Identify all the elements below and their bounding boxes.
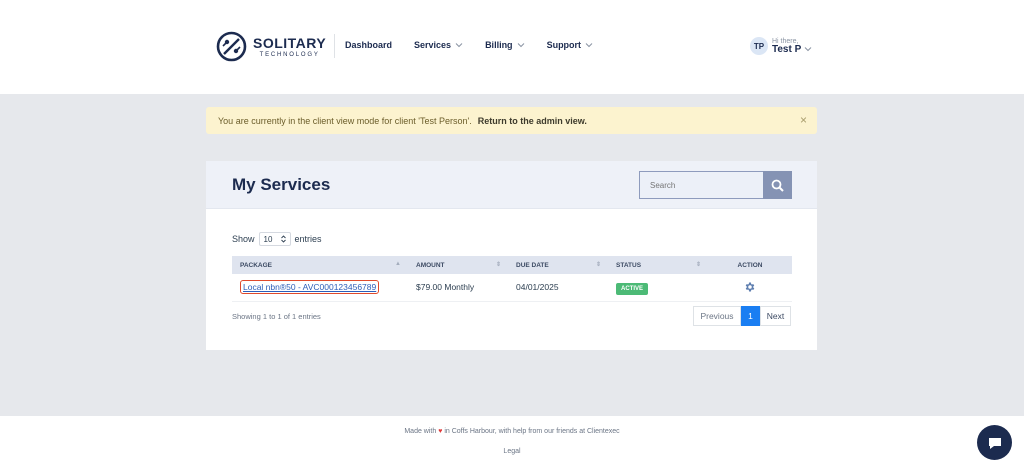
status-badge: ACTIVE: [616, 283, 649, 296]
sort-icon: ⇕: [695, 262, 701, 268]
alert-message: You are currently in the client view mod…: [218, 115, 472, 126]
close-icon[interactable]: ×: [800, 113, 807, 127]
heart-icon: ♥: [438, 428, 443, 435]
nav-dashboard-label: Dashboard: [345, 40, 393, 50]
footer: Made with ♥ in Coffs Harbour, with help …: [0, 416, 1024, 470]
table-info: Showing 1 to 1 of 1 entries: [232, 312, 321, 321]
col-package[interactable]: PACKAGE ▲: [232, 256, 408, 274]
user-name: Test P: [772, 43, 802, 55]
previous-page-button[interactable]: Previous: [693, 306, 741, 326]
entries-label: entries: [294, 234, 322, 244]
next-page-button[interactable]: Next: [760, 306, 791, 326]
logo-name: SOLITARY: [253, 34, 327, 51]
logo-subtitle: TECHNOLOGY: [259, 51, 320, 58]
nav-support-label: Support: [546, 40, 582, 50]
page-1-button[interactable]: 1: [741, 306, 760, 326]
pagination: Previous 1 Next: [693, 306, 791, 326]
nav-billing[interactable]: Billing: [485, 40, 525, 50]
col-action: ACTION: [708, 256, 792, 274]
search-button[interactable]: [763, 171, 792, 199]
user-menu[interactable]: TP Hi there, Test P: [750, 37, 812, 55]
nav-services-label: Services: [414, 40, 452, 50]
col-due-date[interactable]: DUE DATE ⇕: [508, 256, 608, 274]
chevron-down-icon: [804, 47, 812, 52]
col-status[interactable]: STATUS ⇕: [608, 256, 708, 274]
footer-credit-text: in Coffs Harbour, with help from our fri…: [444, 428, 620, 435]
nav-support[interactable]: Support: [547, 40, 594, 50]
chevron-down-icon: [517, 43, 524, 48]
site-logo[interactable]: SOLITARY TECHNOLOGY: [216, 31, 326, 62]
chevron-down-icon: [455, 43, 463, 48]
updown-icon: [280, 235, 286, 243]
package-link[interactable]: Local nbn®50 - AVC000123456789: [240, 280, 380, 295]
main-nav: Dashboard Services Billing Support: [345, 40, 615, 50]
sort-icon: ⇕: [495, 262, 501, 268]
footer-made-with: Made with: [404, 428, 437, 435]
logo-icon: [216, 31, 247, 62]
footer-credit: Made with ♥ in Coffs Harbour, with help …: [0, 428, 1024, 435]
due-date-cell: 04/01/2025: [508, 274, 608, 302]
action-button[interactable]: [716, 281, 792, 293]
gear-icon: [745, 282, 755, 292]
top-navbar: SOLITARY TECHNOLOGY Dashboard Services B…: [0, 0, 1024, 94]
avatar: TP: [750, 37, 768, 55]
table-header-row: PACKAGE ▲ AMOUNT ⇕ DUE DATE ⇕ STATUS ⇕ ACTIO…: [232, 256, 792, 274]
search-icon: [771, 179, 784, 192]
services-table: PACKAGE ▲ AMOUNT ⇕ DUE DATE ⇕ STATUS ⇕ ACTIO…: [232, 256, 792, 302]
entries-length-control: Show 10 entries: [232, 232, 322, 246]
amount-cell: $79.00 Monthly: [408, 274, 508, 302]
return-admin-link[interactable]: Return to the admin view.: [478, 116, 587, 126]
services-card-header: My Services: [206, 161, 817, 209]
sort-icon: ⇕: [595, 262, 601, 268]
chat-button[interactable]: [977, 425, 1012, 460]
chat-icon: [988, 437, 1001, 449]
nav-services[interactable]: Services: [414, 40, 463, 50]
services-card: My Services Show 10 entries PACKAGE▲ AMO…: [206, 161, 817, 350]
chevron-down-icon: [585, 43, 593, 48]
legal-link[interactable]: Legal: [0, 448, 1024, 455]
nav-divider: [334, 34, 335, 58]
show-label: Show: [232, 234, 255, 244]
entries-select[interactable]: 10: [258, 232, 291, 246]
col-amount[interactable]: AMOUNT ⇕: [408, 256, 508, 274]
nav-billing-label: Billing: [485, 40, 513, 50]
client-view-alert: You are currently in the client view mod…: [206, 107, 817, 134]
nav-dashboard[interactable]: Dashboard: [345, 40, 392, 50]
search-input[interactable]: [639, 171, 764, 199]
table-row: Local nbn®50 - AVC000123456789 $79.00 Mo…: [232, 274, 792, 302]
page-title: My Services: [232, 175, 331, 194]
sort-asc-icon: ▲: [395, 261, 401, 267]
entries-value: 10: [263, 234, 273, 244]
